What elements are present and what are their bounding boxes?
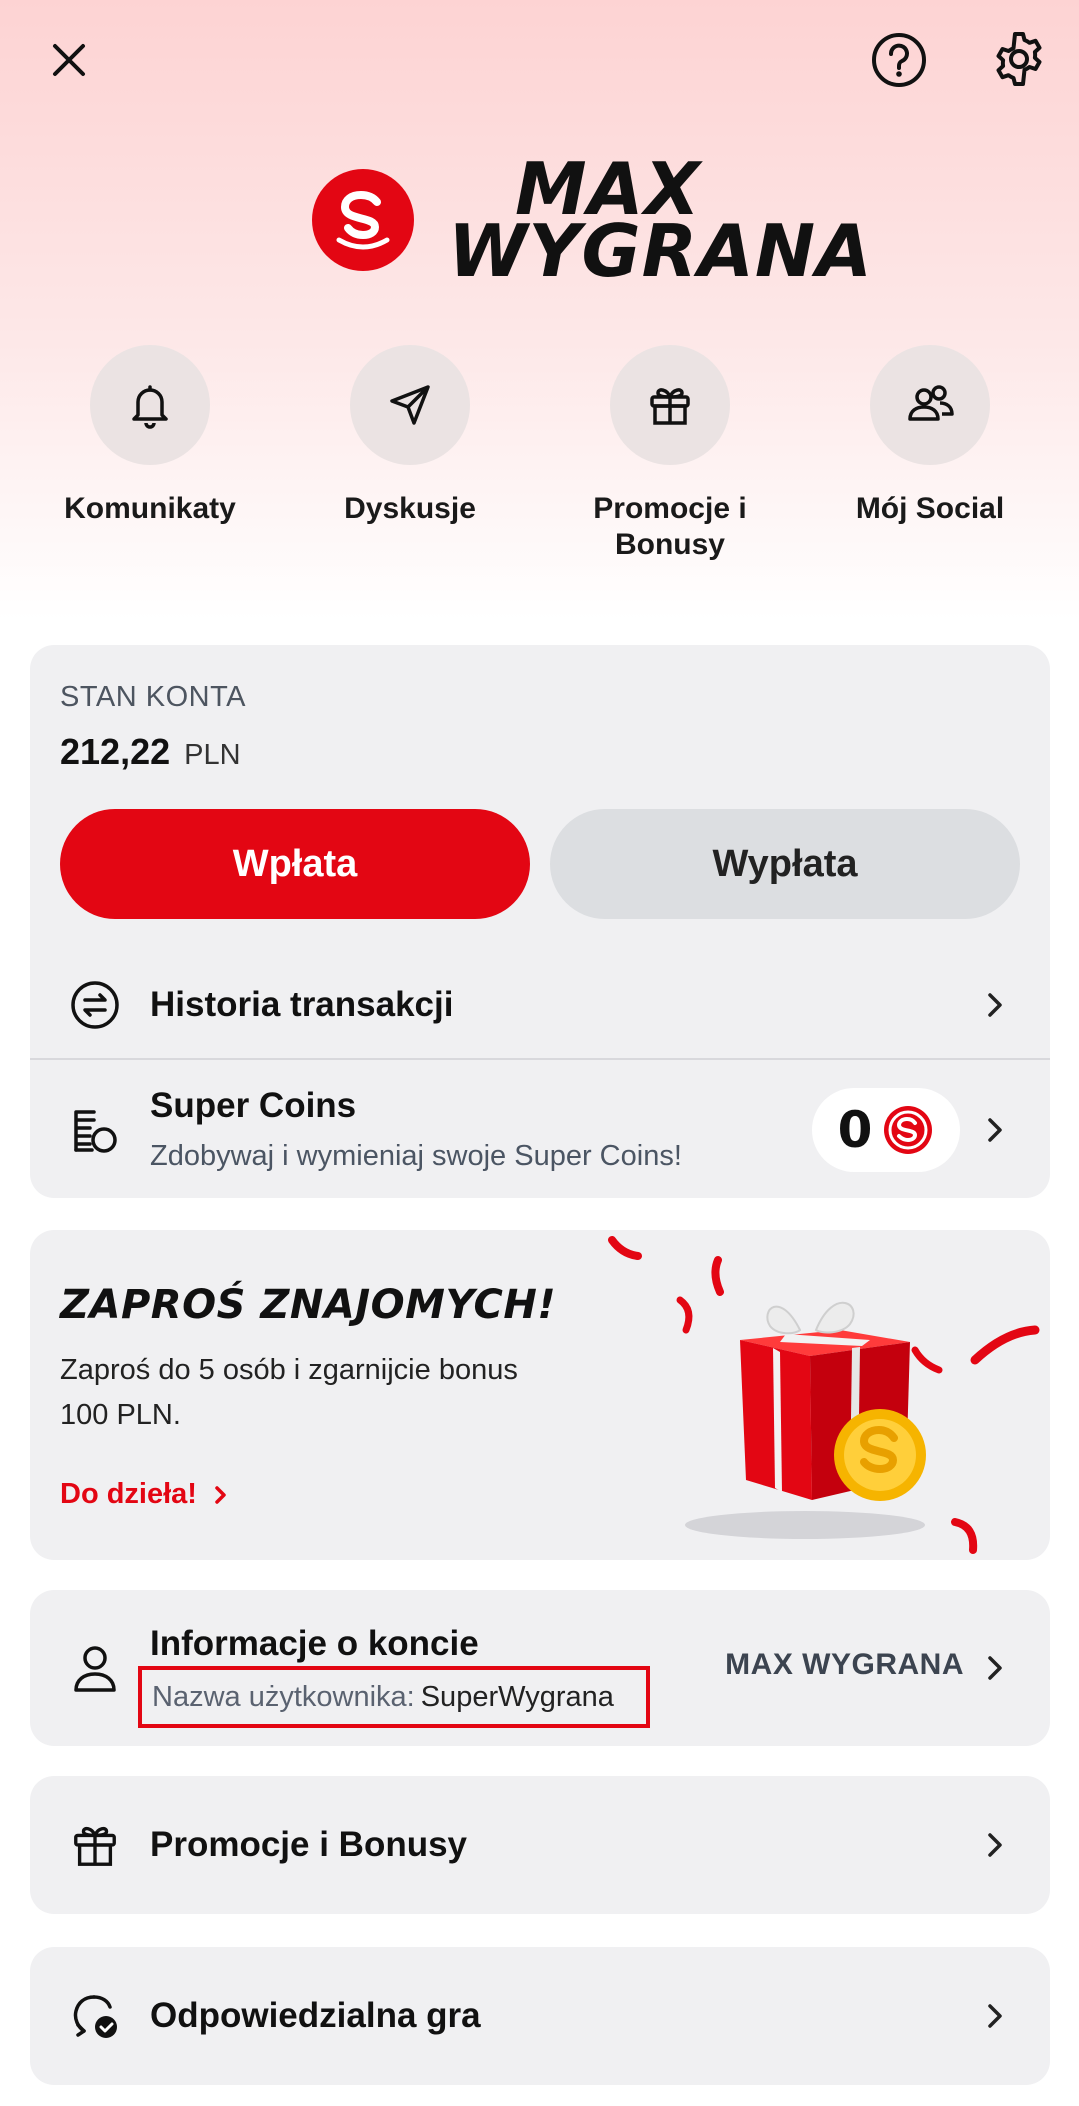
gift-icon [650, 388, 690, 425]
username-highlight-box: Nazwa użytkownika: SuperWygrana [138, 1666, 650, 1728]
quick-action-label: Komunikaty [64, 492, 236, 525]
quick-actions: Komunikaty Dyskusje Promocje i Bonusy Mó… [30, 345, 1050, 563]
brand-name: MAX WYGRANA [448, 153, 873, 293]
shield-check-icon [73, 1995, 117, 2038]
coins-stack-icon [74, 1110, 117, 1153]
quick-action-circle[interactable] [610, 345, 730, 465]
quick-action-label: Dyskusje [344, 492, 476, 525]
chevron-right-icon [980, 985, 1010, 1025]
super-coins-balance-pill[interactable]: 0 [812, 1088, 960, 1172]
super-coins-value: 0 [837, 1101, 873, 1159]
quick-action-circle[interactable] [90, 345, 210, 465]
gift-icon-wrap [66, 1816, 124, 1874]
transactions-icon-wrap [66, 976, 124, 1034]
promotions-card[interactable]: Promocje i Bonusy [30, 1776, 1050, 1914]
user-icon-wrap [66, 1640, 124, 1698]
close-icon [53, 44, 85, 76]
quick-action-label: Mój Social [855, 492, 1005, 525]
users-icon [908, 385, 954, 421]
brand-name-line2: WYGRANA [448, 209, 873, 293]
gear-icon [996, 32, 1042, 86]
help-button[interactable] [864, 25, 934, 95]
username-label: Nazwa użytkownika: [152, 1680, 415, 1713]
user-icon [74, 1646, 116, 1692]
responsible-icon-wrap [66, 1987, 124, 2045]
top-bar [0, 0, 1079, 130]
super-coins-row[interactable]: Super Coins Zdobywaj i wymieniaj swoje S… [30, 1060, 1050, 1198]
send-icon [390, 385, 430, 425]
account-info-title: Informacje o koncie [150, 1624, 479, 1663]
quick-action-komunikaty[interactable]: Komunikaty [30, 345, 270, 563]
super-coins-subtitle: Zdobywaj i wymieniaj swoje Super Coins! [150, 1140, 682, 1172]
super-coin-icon [884, 1106, 933, 1154]
promotions-title: Promocje i Bonusy [150, 1825, 468, 1864]
quick-action-moj-social[interactable]: Mój Social [810, 345, 1050, 563]
transactions-icon [71, 981, 119, 1029]
responsible-gaming-title: Odpowiedzialna gra [150, 1996, 481, 2035]
superbet-logo-icon [336, 190, 390, 250]
balance-card: STAN KONTA 212,22 PLN Wpłata Wypłata His… [30, 645, 1050, 1198]
account-info-card[interactable]: Informacje o koncie Nazwa użytkownika: S… [30, 1590, 1050, 1746]
deposit-button[interactable]: Wpłata [60, 809, 530, 919]
balance-amount: 212,22 [60, 731, 171, 772]
quick-action-promocje[interactable]: Promocje i Bonusy [550, 345, 790, 563]
invite-cta-label: Do dzieła! [60, 1478, 197, 1510]
balance-value: 212,22 PLN [60, 731, 241, 773]
username-value: SuperWygrana [420, 1680, 614, 1713]
chevron-right-icon [980, 1996, 1010, 2036]
transaction-history-row[interactable]: Historia transakcji [30, 945, 1050, 1065]
balance-currency: PLN [184, 739, 241, 771]
brand-logo [312, 169, 414, 271]
quick-action-label: Promocje i Bonusy [593, 492, 747, 561]
settings-button[interactable] [984, 25, 1054, 95]
invite-cta-link[interactable]: Do dzieła! [60, 1478, 233, 1511]
question-circle-icon [872, 33, 926, 87]
bell-icon [132, 385, 168, 429]
gift-illustration [608, 1236, 1040, 1554]
chevron-right-icon [215, 1485, 226, 1504]
invite-text: Zaproś do 5 osób i zgarnijcie bonus 100 … [60, 1354, 518, 1431]
balance-buttons: Wpłata Wypłata [60, 809, 1020, 919]
super-coins-title: Super Coins [150, 1086, 357, 1125]
close-button[interactable] [34, 25, 104, 95]
gift-icon [74, 1826, 116, 1866]
invite-title: ZAPROŚ ZNAJOMYCH! [60, 1282, 557, 1328]
quick-action-circle[interactable] [350, 345, 470, 465]
coins-icon-wrap [66, 1100, 124, 1158]
chevron-right-icon [980, 1648, 1010, 1688]
balance-label: STAN KONTA [60, 681, 246, 713]
chevron-right-icon [980, 1110, 1010, 1150]
account-display-name: MAX WYGRANA [725, 1648, 964, 1681]
transaction-history-title: Historia transakcji [150, 985, 454, 1024]
withdraw-button[interactable]: Wypłata [550, 809, 1020, 919]
responsible-gaming-card[interactable]: Odpowiedzialna gra [30, 1947, 1050, 2085]
quick-action-dyskusje[interactable]: Dyskusje [290, 345, 530, 563]
chevron-right-icon [980, 1825, 1010, 1865]
invite-friends-card[interactable]: ZAPROŚ ZNAJOMYCH! Zaproś do 5 osób i zga… [30, 1230, 1050, 1560]
quick-action-circle[interactable] [870, 345, 990, 465]
brand-header: MAX WYGRANA [312, 140, 873, 300]
